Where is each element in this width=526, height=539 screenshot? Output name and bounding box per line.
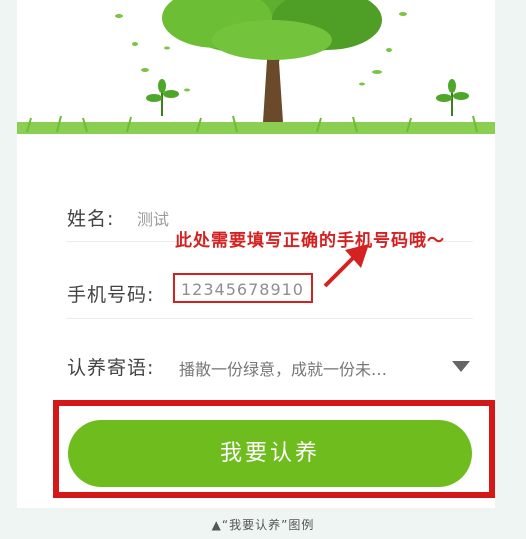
phone-row: 手机号码: 12345678910 [67,270,473,319]
phone-highlight-box: 12345678910 [173,273,313,303]
message-select[interactable]: 播散一份绿意，成就一份未… [179,356,387,380]
phone-label: 手机号码: [67,284,155,306]
adopt-button[interactable]: 我要认养 [68,420,472,487]
phone-screen: 姓名: 测试 此处需要填写正确的手机号码哦～ 手机号码: 12345678910… [17,0,495,508]
figure-caption: ▲“我要认养”图例 [211,518,315,532]
name-field[interactable]: 测试 [137,206,169,230]
phone-hint-annotation: 此处需要填写正确的手机号码哦～ [175,231,445,251]
chevron-down-icon[interactable] [452,361,470,373]
name-label: 姓名: [67,208,115,230]
message-label: 认养寄语: [67,357,155,379]
message-row[interactable]: 认养寄语: 播散一份绿意，成就一份未… [67,345,473,385]
phone-field[interactable]: 12345678910 [181,280,304,299]
tree-banner [17,0,495,140]
